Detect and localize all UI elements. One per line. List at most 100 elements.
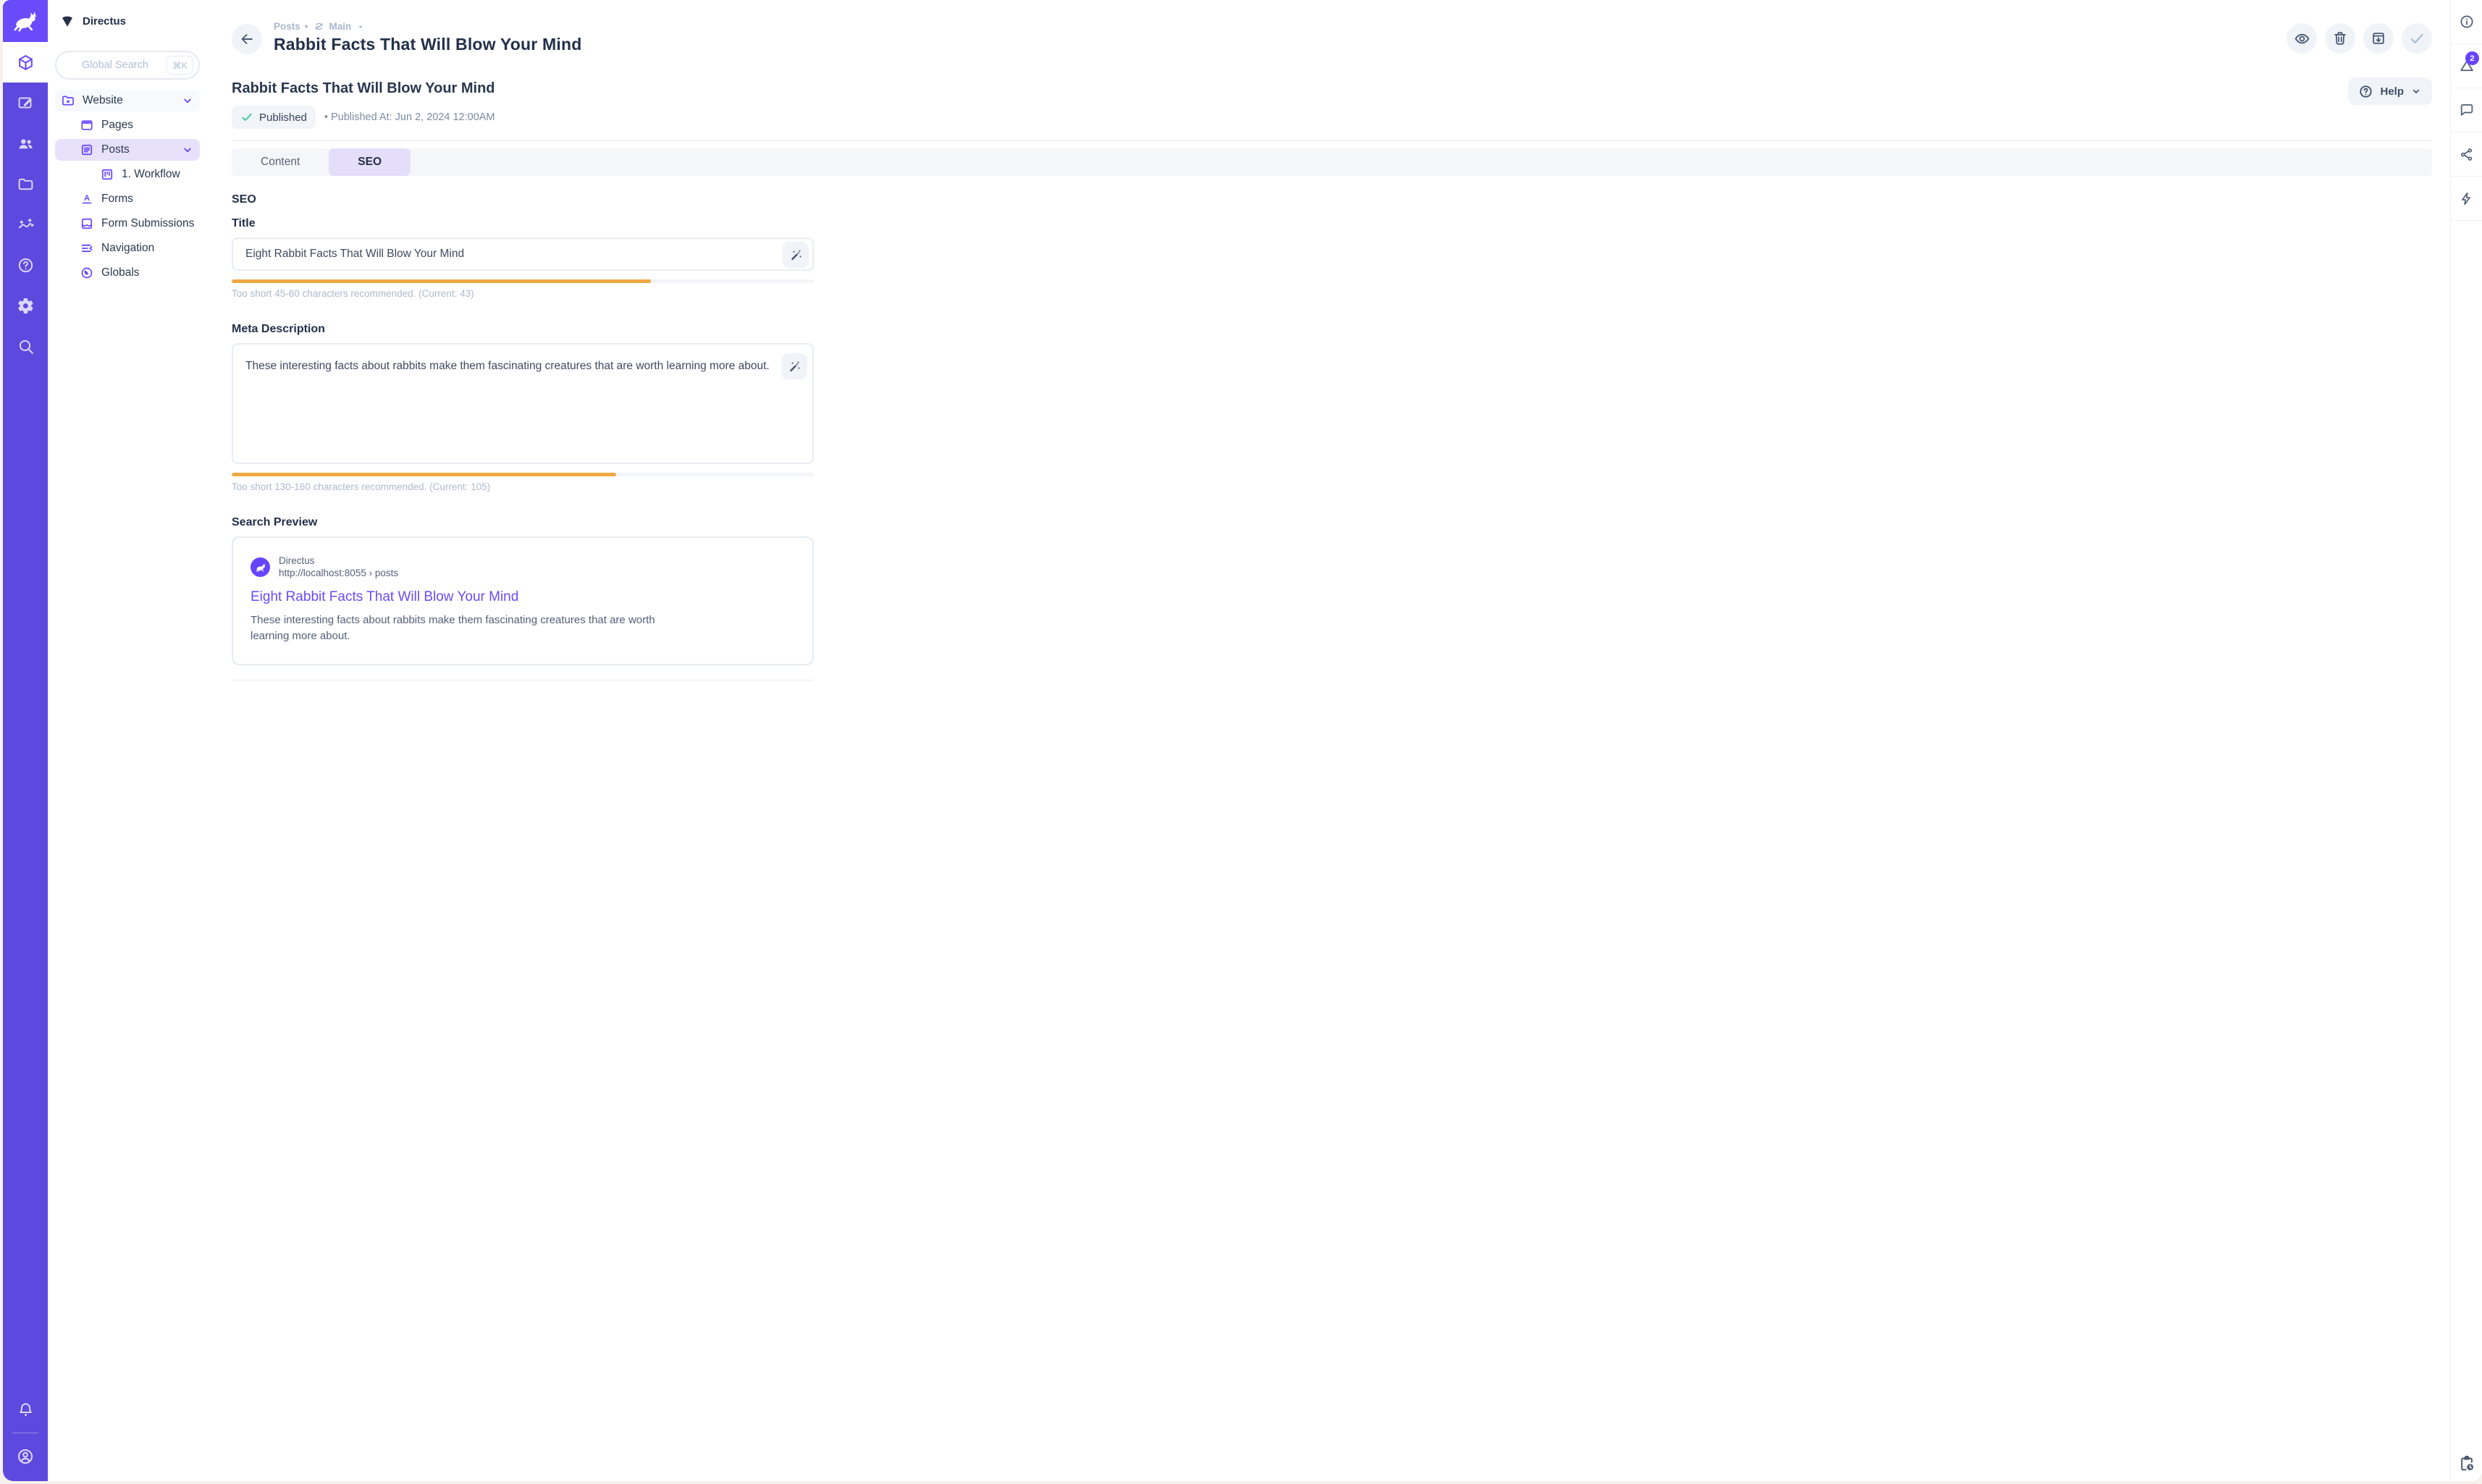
- site-favicon: [251, 557, 270, 577]
- rabbit-logo-icon: [12, 7, 39, 35]
- module-files[interactable]: [3, 164, 48, 204]
- divider: [232, 140, 2432, 141]
- sidebar-item-workflow[interactable]: 1. Workflow: [55, 164, 200, 185]
- sidebar-item-navigation[interactable]: Navigation: [55, 237, 200, 259]
- meta-field-label: Meta Description: [232, 323, 814, 336]
- title-block: Posts • Main Rabbit Facts That Will Blow…: [274, 20, 581, 54]
- seo-title-input[interactable]: [233, 248, 812, 261]
- sidebar-item-label: Form Submissions: [101, 217, 194, 230]
- title-field-label: Title: [232, 217, 814, 230]
- flows-button[interactable]: [2451, 177, 2482, 221]
- svg-text:A: A: [84, 194, 90, 203]
- share-icon: [2459, 147, 2474, 162]
- users-icon: [17, 135, 35, 153]
- rabbit-logo-icon: [255, 562, 266, 573]
- gear-icon: [17, 297, 35, 315]
- back-button[interactable]: [232, 24, 262, 54]
- item-info-button[interactable]: [2451, 0, 2482, 44]
- user-avatar-icon: [16, 1447, 35, 1466]
- tab-seo[interactable]: SEO: [329, 148, 411, 176]
- module-editor[interactable]: [3, 83, 48, 123]
- project-header[interactable]: Directus: [48, 0, 207, 42]
- seo-fields: SEO Title: [232, 193, 814, 680]
- spacer: [232, 492, 814, 505]
- status-row: Published • Published At: Jun 2, 2024 12…: [232, 106, 2432, 129]
- module-bar: [3, 0, 48, 1481]
- search-preview-label: Search Preview: [232, 516, 814, 529]
- preview-button[interactable]: [2287, 23, 2317, 54]
- breadcrumb-version[interactable]: Main: [329, 21, 352, 32]
- inbox-icon: [80, 216, 94, 231]
- archive-down-icon: [2370, 30, 2386, 46]
- published-at: • Published At: Jun 2, 2024 12:00AM: [324, 111, 495, 123]
- module-users[interactable]: [3, 123, 48, 164]
- cube-icon: [17, 54, 35, 72]
- folder-star-icon: [61, 93, 75, 108]
- help-button[interactable]: Help: [2348, 77, 2432, 105]
- module-search[interactable]: [3, 326, 48, 366]
- sidebar-item-form-submissions[interactable]: Form Submissions: [55, 213, 200, 235]
- seo-meta-value: These interesting facts about rabbits ma…: [233, 345, 812, 373]
- auto-generate-title-button[interactable]: [783, 242, 809, 268]
- search-shortcut-badge: ⌘K: [167, 56, 193, 75]
- magic-wand-icon: [788, 248, 804, 263]
- right-sidebar: 2: [2450, 0, 2482, 1481]
- tasks-button[interactable]: [2451, 1455, 2482, 1472]
- module-docs[interactable]: [3, 245, 48, 285]
- chevron-down-icon[interactable]: [181, 143, 194, 156]
- sidebar-item-website[interactable]: Website: [55, 90, 200, 111]
- tasks-clipboard-icon: [2458, 1455, 2475, 1472]
- seo-meta-textarea[interactable]: These interesting facts about rabbits ma…: [232, 343, 814, 464]
- site-name: Directus: [279, 555, 398, 568]
- browser-icon: [80, 118, 94, 132]
- meta-length-hint: Too short 130-160 characters recommended…: [232, 481, 814, 492]
- page-header: Posts • Main Rabbit Facts That Will Blow…: [232, 20, 2432, 54]
- status-badge: Published: [232, 106, 316, 129]
- collection-nav: Website Pages: [48, 90, 207, 284]
- caret-down-icon: [356, 22, 366, 32]
- tab-content[interactable]: Content: [232, 148, 329, 176]
- sidebar-item-label: Website: [83, 94, 123, 107]
- title-length-progress: [232, 279, 814, 283]
- globe-icon: [80, 266, 94, 280]
- alerts-button[interactable]: 2: [2451, 44, 2482, 88]
- auto-generate-meta-button[interactable]: [781, 353, 807, 379]
- title-length-progress-fill: [232, 279, 651, 283]
- comments-button[interactable]: [2451, 88, 2482, 132]
- kanban-icon: [100, 167, 114, 182]
- sidebar-item-label: Pages: [101, 119, 133, 132]
- sidebar-item-globals[interactable]: Globals: [55, 262, 200, 284]
- spacer: [232, 299, 814, 312]
- breadcrumb-collection[interactable]: Posts: [274, 21, 300, 32]
- global-search[interactable]: ⌘K: [55, 51, 200, 80]
- breadcrumb-separator: •: [305, 21, 308, 32]
- chevron-down-icon: [2410, 85, 2422, 97]
- module-insights[interactable]: [3, 204, 48, 245]
- insights-icon: [17, 216, 35, 234]
- notifications-button[interactable]: [3, 1389, 48, 1430]
- breadcrumb[interactable]: Posts • Main: [274, 20, 581, 33]
- site-url: http://localhost:8055 › posts: [279, 568, 398, 580]
- module-settings[interactable]: [3, 285, 48, 326]
- app-window: Directus ⌘K Website: [3, 0, 2482, 1481]
- sidebar-item-label: 1. Workflow: [122, 168, 180, 181]
- archive-button[interactable]: [2363, 23, 2394, 54]
- delete-button[interactable]: [2325, 23, 2355, 54]
- directus-logo[interactable]: [3, 0, 48, 42]
- list-arrow-icon: [80, 241, 94, 256]
- project-name: Directus: [83, 15, 126, 28]
- chevron-down-icon[interactable]: [181, 94, 194, 107]
- item-title: Rabbit Facts That Will Blow Your Mind: [232, 80, 2432, 97]
- article-icon: [80, 143, 94, 157]
- sidebar-item-forms[interactable]: A Forms: [55, 188, 200, 210]
- sidebar-item-posts[interactable]: Posts: [55, 139, 200, 161]
- sidebar-item-pages[interactable]: Pages: [55, 114, 200, 136]
- user-menu-button[interactable]: [3, 1436, 48, 1477]
- save-button[interactable]: [2402, 23, 2432, 54]
- bell-icon: [17, 1401, 35, 1419]
- page-title: Rabbit Facts That Will Blow Your Mind: [274, 35, 581, 54]
- preview-link-title[interactable]: Eight Rabbit Facts That Will Blow Your M…: [251, 589, 795, 605]
- share-button[interactable]: [2451, 132, 2482, 177]
- module-content[interactable]: [3, 42, 48, 83]
- site-meta: Directus http://localhost:8055 › posts: [279, 555, 398, 580]
